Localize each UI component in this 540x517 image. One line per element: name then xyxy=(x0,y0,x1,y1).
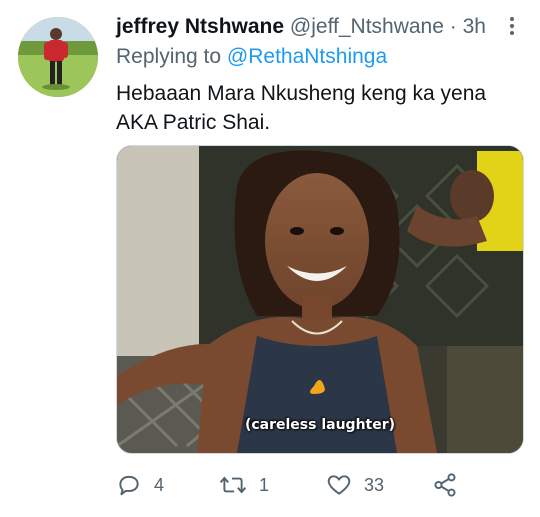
reply-button[interactable]: 4 xyxy=(116,470,164,500)
reply-count: 4 xyxy=(154,474,165,495)
tweet-text: Hebaaan Mara Nkusheng keng ka yena AKA P… xyxy=(116,82,487,134)
replying-prefix: Replying to xyxy=(116,45,222,68)
replying-to: Replying to @RethaNtshinga xyxy=(116,43,387,71)
tweet-actions: 4 1 33 xyxy=(116,470,522,500)
author-name[interactable]: jeffrey Ntshwane xyxy=(116,15,284,38)
retweet-arrows-icon xyxy=(219,476,247,494)
like-count: 33 xyxy=(364,474,385,495)
avatar[interactable] xyxy=(18,17,98,97)
avatar-photo xyxy=(18,17,98,97)
media-caption: (careless laughter) xyxy=(244,417,396,433)
more-dots-icon[interactable] xyxy=(506,15,518,39)
retweet-count: 1 xyxy=(259,474,270,495)
heart-icon xyxy=(327,475,351,495)
tweet-header: jeffrey Ntshwane @jeff_Ntshwane · 3h xyxy=(116,12,520,42)
media-image xyxy=(117,146,523,453)
replying-mention[interactable]: @RethaNtshinga xyxy=(227,45,387,68)
tweet[interactable]: jeffrey Ntshwane @jeff_Ntshwane · 3h Rep… xyxy=(0,0,540,517)
tweet-media[interactable]: (careless laughter) xyxy=(116,145,524,454)
like-button[interactable]: 33 xyxy=(326,470,384,500)
reply-bubble-icon xyxy=(119,475,139,496)
tweet-time[interactable]: 3h xyxy=(463,15,486,38)
separator-dot: · xyxy=(449,15,457,38)
author-handle[interactable]: @jeff_Ntshwane xyxy=(290,15,444,38)
share-nodes-icon xyxy=(434,473,456,497)
retweet-button[interactable]: 1 xyxy=(219,470,269,500)
share-button[interactable] xyxy=(432,470,458,500)
